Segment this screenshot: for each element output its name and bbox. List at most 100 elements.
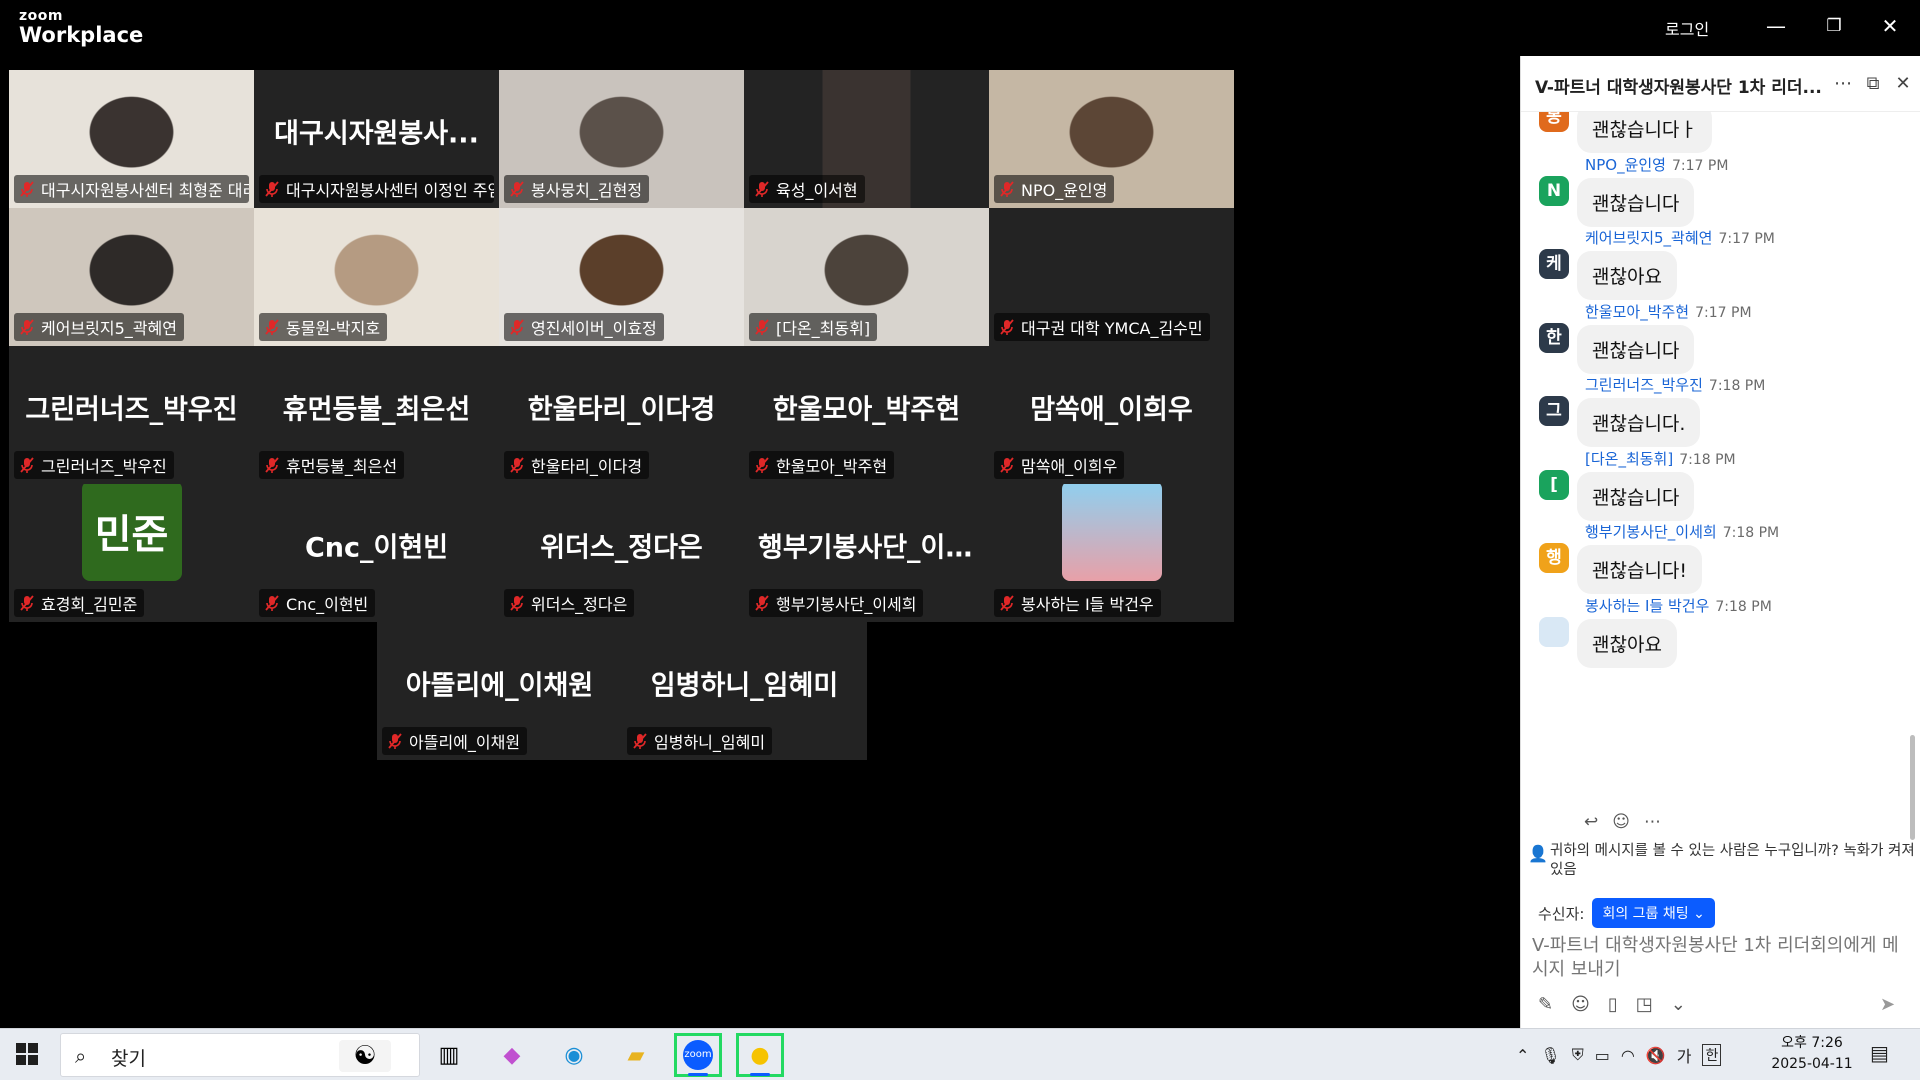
volume-mute-icon[interactable]: 🔇 bbox=[1646, 1046, 1666, 1065]
battery-icon[interactable]: ▭ bbox=[1595, 1046, 1610, 1065]
video-tile[interactable]: 한울타리_이다경 한울타리_이다경 bbox=[499, 346, 744, 484]
video-tile[interactable]: 육성_이서현 bbox=[744, 70, 989, 208]
clock[interactable]: 오후 7:26 2025-04-11 bbox=[1762, 1033, 1862, 1075]
chevron-up-icon[interactable]: ⌃ bbox=[1516, 1046, 1529, 1065]
video-tile[interactable]: 봉사하는 I들 박건우 bbox=[989, 484, 1234, 622]
message-bubble[interactable]: 괜찮아요 bbox=[1577, 618, 1677, 668]
notification-icon[interactable]: ▤ bbox=[1870, 1041, 1889, 1065]
message-bubble[interactable]: 괜찮습니다. bbox=[1577, 398, 1701, 447]
sender-name[interactable]: 봉사하는 I들 박건우 bbox=[1585, 597, 1709, 615]
message-meta: 한울모아_박주현 7:17 PM bbox=[1585, 301, 1752, 322]
more-actions-icon[interactable]: ⋯ bbox=[1644, 812, 1661, 832]
format-icon[interactable]: ✎ bbox=[1538, 994, 1553, 1015]
windows-start-icon[interactable] bbox=[16, 1043, 38, 1065]
zoom-taskbar-icon[interactable]: zoom bbox=[674, 1033, 722, 1077]
video-tile[interactable]: 휴먼등불_최은선 휴먼등불_최은선 bbox=[254, 346, 499, 484]
participant-name-label: 아뜰리에_이채원 bbox=[382, 727, 528, 755]
emoji-icon[interactable]: ☺ bbox=[1571, 994, 1590, 1015]
file-explorer-icon[interactable]: ▰ bbox=[612, 1033, 660, 1077]
message-bubble[interactable]: 괜찮습니다! bbox=[1577, 545, 1703, 594]
sender-name[interactable]: [다온_최동휘] bbox=[1585, 450, 1673, 468]
copilot-icon[interactable]: ◆ bbox=[488, 1033, 536, 1077]
participant-name: 맘쏙애_이희우 bbox=[1021, 457, 1118, 476]
mic-muted-icon bbox=[510, 319, 524, 335]
edge-icon[interactable]: ◉ bbox=[550, 1033, 598, 1077]
sender-name[interactable]: 그린러너즈_박우진 bbox=[1585, 376, 1703, 394]
sender-avatar[interactable]: 그 bbox=[1539, 396, 1569, 426]
video-tile[interactable]: [다온_최동휘] bbox=[744, 208, 989, 346]
message-bubble[interactable]: 괜찮습니다 bbox=[1577, 177, 1695, 227]
message-bubble[interactable]: 괜찮습니다 bbox=[1577, 471, 1695, 521]
video-tile[interactable]: 케어브릿지5_곽혜연 bbox=[9, 208, 254, 346]
login-button[interactable]: 로그인 bbox=[1665, 16, 1709, 40]
chat-scrollbar[interactable] bbox=[1910, 735, 1915, 840]
video-tile[interactable]: 민준 효경회_김민준 bbox=[9, 484, 254, 622]
sender-name[interactable]: 케어브릿지5_곽혜연 bbox=[1585, 229, 1712, 247]
participant-name: NPO_윤인영 bbox=[1021, 181, 1108, 200]
sender-name[interactable]: 행부기봉사단_이세희 bbox=[1585, 523, 1717, 541]
video-tile[interactable]: 임병하니_임혜미 임병하니_임혜미 bbox=[622, 622, 867, 760]
sender-name[interactable]: 한울모아_박주현 bbox=[1585, 303, 1689, 321]
mic-muted-icon bbox=[388, 733, 402, 749]
chat-app-icon[interactable]: ● bbox=[736, 1033, 784, 1077]
sender-avatar[interactable]: N bbox=[1539, 175, 1569, 206]
video-tile[interactable]: 대구시자원봉사... 대구시자원봉사센터 이정인 주임 bbox=[254, 70, 499, 208]
video-tile[interactable]: NPO_윤인영 bbox=[989, 70, 1234, 208]
minimize-icon[interactable]: — bbox=[1756, 8, 1796, 44]
message-bubble[interactable]: 괜찮습니다 bbox=[1577, 324, 1695, 374]
taskbar-search[interactable]: ⌕ 찾기 ☯ bbox=[60, 1033, 420, 1077]
participant-name-label: 그린러너즈_박우진 bbox=[14, 451, 174, 479]
reply-icon[interactable]: ↩ bbox=[1584, 812, 1598, 832]
video-tile[interactable]: 그린러너즈_박우진 그린러너즈_박우진 bbox=[9, 346, 254, 484]
message-text: 괜찮습니다! bbox=[1592, 560, 1688, 582]
video-tile[interactable]: 영진세이버_이효정 bbox=[499, 208, 744, 346]
participant-name-label: 육성_이서현 bbox=[749, 175, 865, 203]
close-icon[interactable]: ✕ bbox=[1870, 8, 1910, 44]
sender-avatar[interactable]: [ bbox=[1539, 469, 1569, 500]
video-tile[interactable]: 대구시자원봉사센터 최형준 대리 bbox=[9, 70, 254, 208]
add-reaction-icon[interactable]: ☺ bbox=[1612, 812, 1630, 832]
video-tile[interactable]: 동물원-박지호 bbox=[254, 208, 499, 346]
sender-avatar[interactable]: 케 bbox=[1539, 249, 1569, 279]
mic-muted-icon bbox=[755, 595, 769, 611]
security-icon[interactable]: ⛨ bbox=[1572, 1045, 1584, 1065]
message-meta: 케어브릿지5_곽혜연 7:17 PM bbox=[1585, 227, 1775, 248]
wifi-icon[interactable]: ◠ bbox=[1621, 1046, 1635, 1065]
message-bubble[interactable]: 괜찮아요 bbox=[1577, 251, 1677, 300]
video-tile[interactable]: 행부기봉사단_이... 행부기봉사단_이세희 bbox=[744, 484, 989, 622]
video-tile[interactable]: 아뜰리에_이채원 아뜰리에_이채원 bbox=[377, 622, 622, 760]
pop-out-icon[interactable]: ⧉ bbox=[1861, 72, 1885, 96]
video-tile[interactable]: 한울모아_박주현 한울모아_박주현 bbox=[744, 346, 989, 484]
task-view-icon[interactable]: ▥ bbox=[425, 1033, 473, 1077]
ime-indicator[interactable]: 가 bbox=[1677, 1043, 1692, 1067]
microphone-icon[interactable]: 🎙 bbox=[1540, 1046, 1560, 1065]
video-tile[interactable]: 위더스_정다은 위더스_정다은 bbox=[499, 484, 744, 622]
sender-avatar[interactable]: 행 bbox=[1539, 543, 1569, 573]
video-tile[interactable]: 대구권 대학 YMCA_김수민 bbox=[989, 208, 1234, 346]
mic-muted-icon bbox=[510, 595, 524, 611]
video-tile[interactable]: 맘쏙애_이희우 맘쏙애_이희우 bbox=[989, 346, 1234, 484]
chat-message[interactable]: 봉사하는 I들 박건우 7:18 PM 괜찮아요 bbox=[1521, 589, 1920, 679]
chevron-down-icon[interactable]: ⌄ bbox=[1671, 994, 1686, 1015]
recipient-dropdown[interactable]: 회의 그룹 채팅 ⌄ bbox=[1592, 898, 1715, 928]
sender-avatar[interactable] bbox=[1539, 616, 1569, 647]
send-icon[interactable]: ➤ bbox=[1880, 994, 1895, 1015]
file-icon[interactable]: ▯ bbox=[1608, 994, 1618, 1015]
video-tile[interactable]: 봉사뭉치_김현정 bbox=[499, 70, 744, 208]
participant-name: [다온_최동휘] bbox=[776, 319, 871, 338]
participant-name: 한울타리_이다경 bbox=[531, 457, 643, 476]
korea-flag-icon: ☯ bbox=[339, 1040, 391, 1072]
message-input[interactable] bbox=[1532, 934, 1912, 990]
screenshot-icon[interactable]: ◳ bbox=[1636, 994, 1653, 1015]
sender-avatar[interactable]: 봉 bbox=[1539, 112, 1569, 132]
sender-name[interactable]: NPO_윤인영 bbox=[1585, 156, 1666, 174]
clock-date: 2025-04-11 bbox=[1771, 1056, 1853, 1072]
sender-avatar[interactable]: 한 bbox=[1539, 322, 1569, 353]
more-icon[interactable]: ⋯ bbox=[1831, 72, 1855, 96]
participant-name-label: 영진세이버_이효정 bbox=[504, 313, 664, 341]
language-indicator[interactable]: 한 bbox=[1702, 1044, 1722, 1066]
privacy-notice[interactable]: 👤 귀하의 메시지를 볼 수 있는 사람은 누구입니까? 녹화가 켜져 있음 bbox=[1528, 842, 1916, 880]
close-chat-icon[interactable]: ✕ bbox=[1891, 72, 1915, 96]
restore-icon[interactable]: ❐ bbox=[1814, 8, 1854, 44]
video-tile[interactable]: Cnc_이현빈 Cnc_이현빈 bbox=[254, 484, 499, 622]
